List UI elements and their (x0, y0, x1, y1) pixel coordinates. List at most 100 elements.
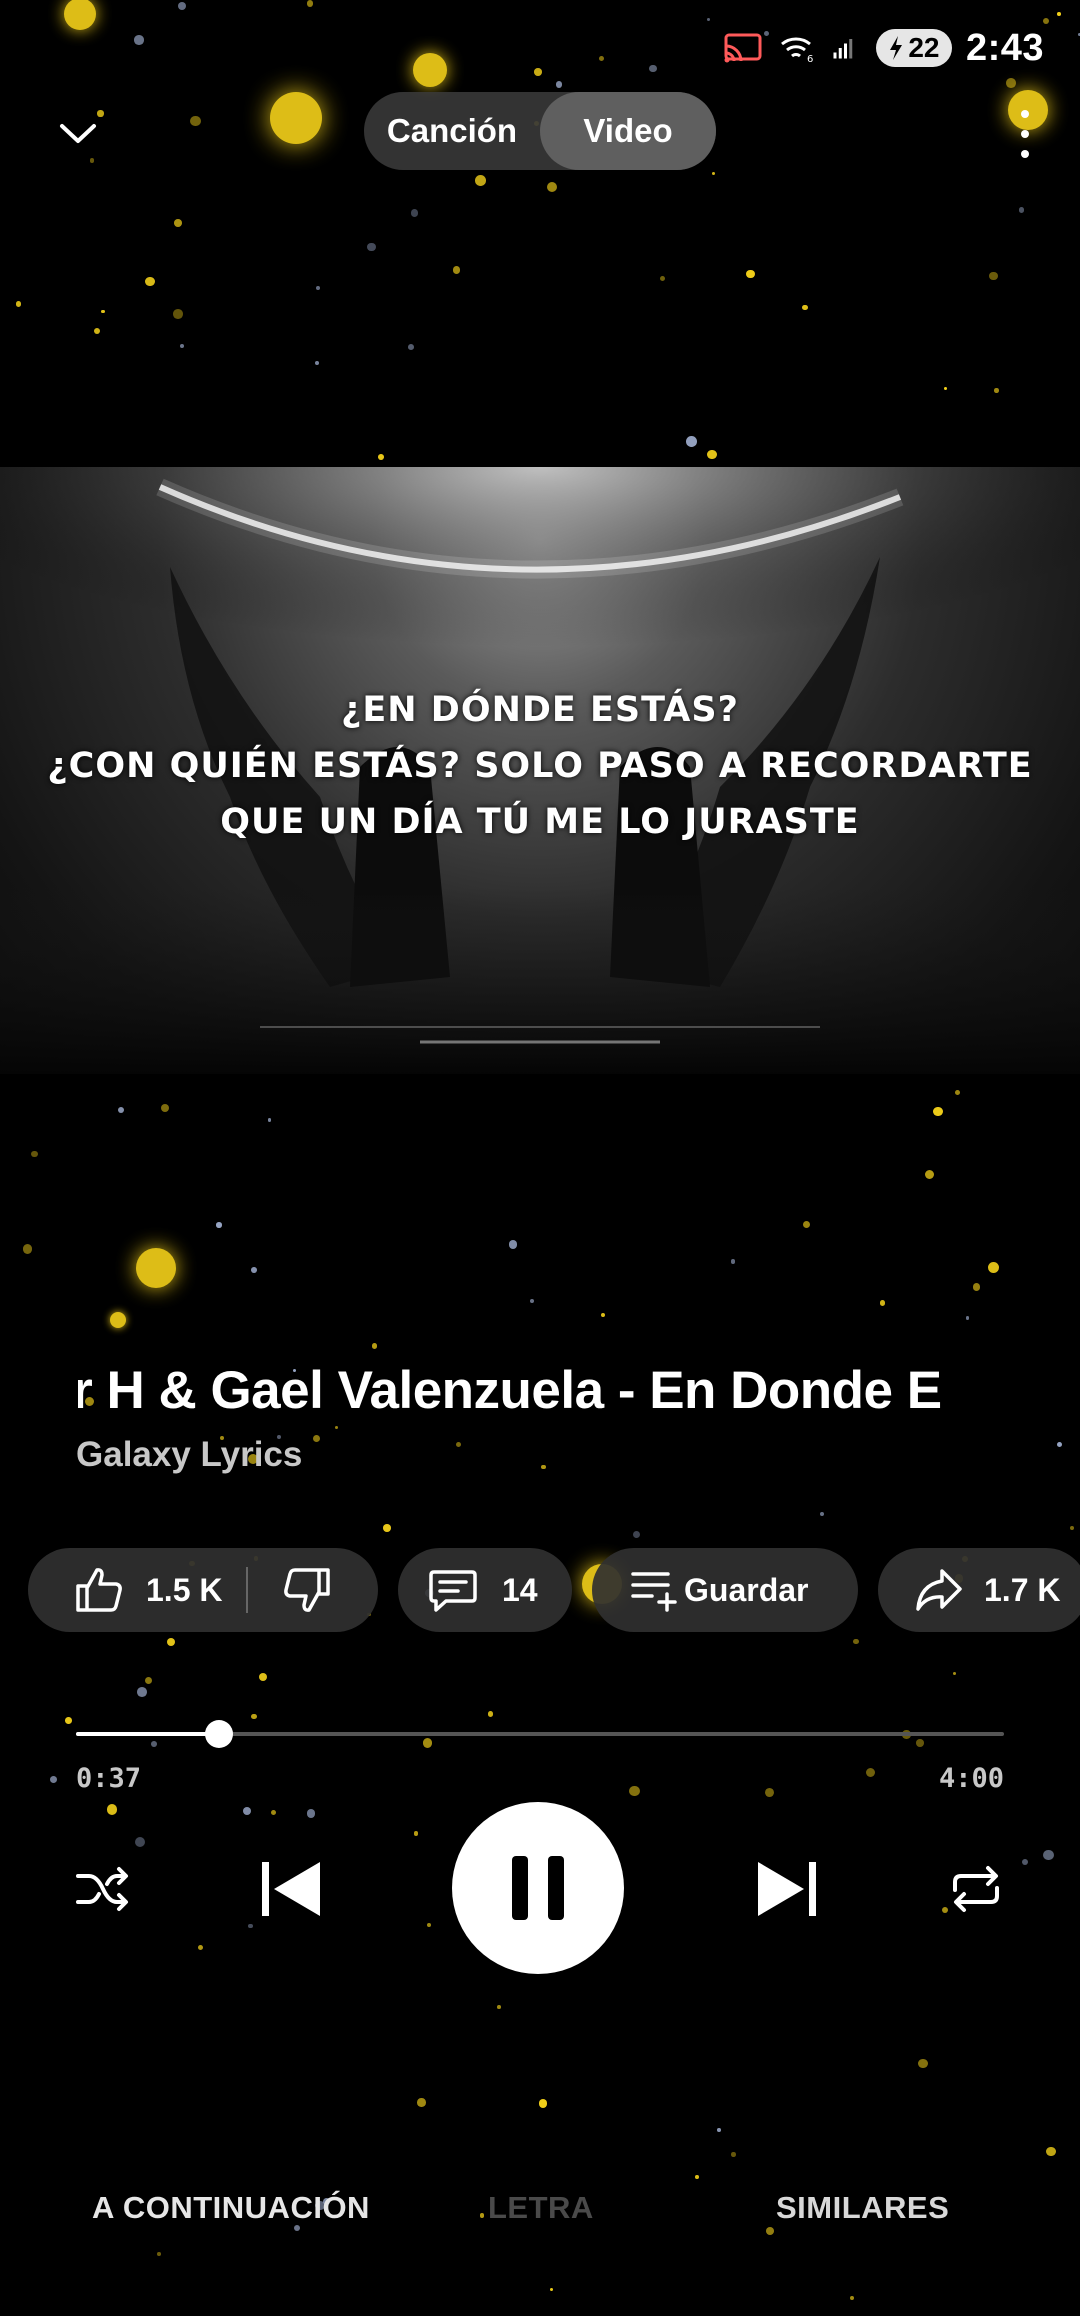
particle (371, 1342, 378, 1349)
particle (541, 1465, 546, 1470)
skip-previous-icon (262, 1862, 320, 1916)
previous-button[interactable] (256, 1856, 326, 1922)
particle (918, 2058, 928, 2069)
like-button[interactable]: 1.5 K (28, 1566, 222, 1614)
repeat-icon (953, 1866, 999, 1912)
share-button[interactable]: 1.7 K (878, 1548, 1080, 1632)
particle (117, 1107, 125, 1114)
signal-icon (833, 39, 853, 59)
artist-name[interactable]: Galaxy Lyrics (76, 1435, 302, 1475)
lyric-line: QUE UN DÍA TÚ ME LO JURASTE (220, 802, 860, 842)
next-button[interactable] (752, 1856, 822, 1922)
particle (427, 1922, 432, 1928)
particle (994, 388, 999, 393)
shuffle-icon (76, 1867, 128, 1911)
particle (174, 219, 183, 228)
tab-related[interactable]: SIMILARES (776, 2190, 949, 2226)
comments-button[interactable]: 14 (398, 1548, 572, 1632)
particle (270, 92, 322, 144)
particle (50, 1775, 58, 1783)
particle (166, 1637, 176, 1647)
cast-icon (724, 33, 762, 63)
particle (65, 1717, 73, 1725)
particle (633, 1530, 641, 1538)
repeat-button[interactable] (946, 1862, 1006, 1916)
lyrics-overlay: ¿EN DÓNDE ESTÁS? ¿CON QUIÉN ESTÁS? SOLO … (0, 682, 1080, 850)
tab-up-next[interactable]: A CONTINUACIÓN (92, 2190, 370, 2226)
particle (988, 271, 998, 281)
song-title-marquee: ior H & Gael Valenzuela - En Donde E (78, 1360, 1004, 1430)
particle (953, 1671, 957, 1676)
music-player-screen: 6 22 2:43 Canción Video ¿EN DÓNDE ESTÁS?… (0, 0, 1080, 2316)
particle (853, 1639, 859, 1645)
particle (137, 1687, 148, 1697)
particle (730, 1258, 736, 1264)
particle (367, 242, 376, 252)
particle (413, 53, 447, 87)
particle (1043, 1849, 1054, 1861)
particle (711, 172, 715, 176)
particle (64, 0, 96, 30)
dislike-button[interactable] (282, 1566, 332, 1614)
tab-video[interactable]: Video (540, 92, 716, 170)
particle (135, 1837, 146, 1848)
lyric-line: ¿CON QUIÉN ESTÁS? SOLO PASO A RECORDARTE (47, 746, 1033, 786)
particle (190, 115, 201, 127)
video-player[interactable]: ¿EN DÓNDE ESTÁS? ¿CON QUIÉN ESTÁS? SOLO … (0, 467, 1080, 1074)
particle (648, 64, 657, 73)
particle (216, 1222, 222, 1228)
play-pause-button[interactable] (452, 1802, 624, 1974)
particle (1045, 2146, 1056, 2157)
skip-next-icon (758, 1862, 816, 1916)
particle (717, 2128, 721, 2133)
chevron-down-icon (60, 124, 96, 143)
particle (745, 269, 755, 279)
particle (144, 276, 155, 287)
seek-bar-thumb[interactable] (204, 1720, 233, 1748)
bottom-tabs: A CONTINUACIÓN LETRA SIMILARES (0, 2190, 1080, 2240)
particle (1056, 1441, 1062, 1447)
seek-bar[interactable] (76, 1720, 1004, 1748)
playlist-add-icon (631, 1572, 677, 1612)
particle (706, 17, 710, 22)
current-time: 0:37 (76, 1763, 142, 1794)
particle (22, 1243, 33, 1254)
total-time: 4:00 (938, 1763, 1004, 1794)
particle (819, 1511, 824, 1517)
more-options-button[interactable] (1012, 104, 1038, 164)
particle (248, 1923, 253, 1928)
particle (31, 1150, 38, 1158)
more-vert-icon (1021, 110, 1029, 118)
particle (242, 1806, 252, 1816)
particle (497, 2004, 502, 2009)
particle (509, 1240, 518, 1249)
particle (629, 1785, 641, 1797)
particle (251, 1266, 257, 1273)
particle (659, 275, 665, 281)
collapse-player-button[interactable] (48, 108, 108, 160)
comment-icon (429, 1570, 477, 1612)
particle (316, 286, 321, 291)
like-dislike-chip: 1.5 K (28, 1548, 378, 1632)
particle (455, 1441, 461, 1447)
particle (925, 1169, 935, 1180)
particle (271, 1809, 277, 1815)
particle (546, 181, 557, 192)
save-button[interactable]: Guardar (592, 1548, 858, 1632)
svg-text:6: 6 (807, 54, 813, 64)
particle (973, 1283, 981, 1291)
particle (307, 1809, 316, 1818)
particle (965, 1316, 970, 1321)
share-count: 1.7 K (984, 1571, 1061, 1608)
tab-song[interactable]: Canción (364, 92, 540, 170)
thumb-up-icon (76, 1568, 122, 1612)
particle (1021, 1858, 1028, 1866)
particle (422, 1738, 432, 1748)
particle (538, 2099, 548, 2108)
shuffle-button[interactable] (72, 1862, 134, 1916)
particle (134, 35, 144, 45)
particle (417, 2098, 426, 2107)
particle (954, 1090, 960, 1096)
particle (312, 1434, 321, 1442)
tab-lyrics[interactable]: LETRA (488, 2190, 594, 2226)
